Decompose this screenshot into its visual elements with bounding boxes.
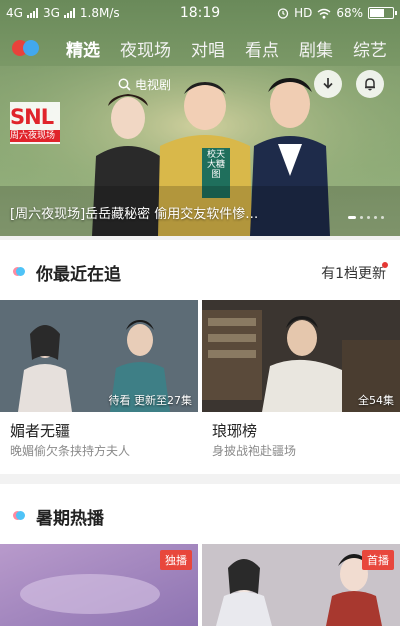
recent-header: 你最近在追 有1档更新	[0, 240, 400, 300]
premiere-badge: 首播	[362, 550, 394, 570]
carousel-dot	[360, 216, 363, 219]
recent-section: 你最近在追 有1档更新 待看 更新至27集 媚者无疆 晚媚偷欠条挟持方夫人 全5…	[0, 240, 400, 474]
alarm-icon	[277, 8, 289, 19]
banner-caption[interactable]: [周六夜现场]岳岳藏秘密 偷用交友软件惨…	[10, 203, 258, 222]
search-placeholder: 电视剧	[135, 77, 172, 92]
app-logo-icon[interactable]	[12, 38, 42, 58]
top-nav: 精选 夜现场 对唱 看点 剧集 综艺	[0, 30, 400, 66]
carousel-dot	[381, 216, 384, 219]
search-icon	[118, 78, 131, 91]
download-icon	[323, 78, 333, 89]
card-overlay-text: 全54集	[358, 394, 394, 407]
card-title: 琅琊榜	[212, 422, 258, 440]
summer-title: 暑期热播	[36, 509, 104, 529]
summer-header: 暑期热播	[0, 484, 400, 544]
card-thumbnail: 独播	[0, 544, 198, 626]
section-marker-icon	[13, 267, 25, 277]
tab-series[interactable]: 剧集	[299, 36, 333, 61]
header-area: 4G 3G 1.8M/s 18:19 HD 68% 精选 夜现场 对唱 看点 剧…	[0, 0, 400, 236]
summer-section: 暑期热播 独播 首播	[0, 484, 400, 626]
snl-logo: SNL 周六夜现场	[10, 106, 60, 146]
exclusive-badge: 独播	[160, 550, 192, 570]
section-marker-icon	[13, 511, 25, 521]
card-thumbnail: 全54集	[202, 300, 400, 412]
search-box[interactable]: 电视剧	[118, 73, 218, 95]
snl-logo-sub: 周六夜现场	[10, 130, 60, 142]
tab-night-live[interactable]: 夜现场	[120, 36, 171, 61]
carousel-indicator	[348, 216, 384, 219]
card-description: 身披战袍赴疆场	[212, 444, 297, 458]
tab-highlights[interactable]: 看点	[245, 36, 279, 61]
status-bar: 4G 3G 1.8M/s 18:19 HD 68%	[0, 0, 400, 28]
recent-title: 你最近在追	[36, 265, 121, 285]
notification-button[interactable]	[356, 70, 384, 98]
carousel-dot	[367, 216, 370, 219]
card-title: 媚者无疆	[10, 422, 71, 440]
card-thumbnail: 首播	[202, 544, 400, 626]
card-overlay-text: 待看 更新至27集	[108, 394, 193, 407]
hero-banner[interactable]: SNL 周六夜现场 校天大糖图 电视剧 [周六夜现场]岳岳藏秘密 偷用交友软件惨…	[0, 66, 400, 236]
carousel-dot-active	[348, 216, 356, 219]
wifi-icon	[317, 8, 331, 19]
download-button[interactable]	[314, 70, 342, 98]
hd-label: HD	[294, 6, 313, 20]
recent-updates-link[interactable]: 有1档更新	[321, 263, 386, 283]
tab-featured[interactable]: 精选	[66, 36, 100, 61]
tab-duet[interactable]: 对唱	[191, 36, 225, 61]
battery-icon	[368, 7, 397, 19]
card-thumbnail: 待看 更新至27集	[0, 300, 198, 412]
tab-variety[interactable]: 综艺	[353, 36, 387, 61]
status-right: HD 68%	[277, 6, 397, 20]
banner-sign: 校天大糖图	[206, 150, 225, 180]
card-description: 晚媚偷欠条挟持方夫人	[10, 444, 131, 458]
channel-tabs: 精选 夜现场 对唱 看点 剧集 综艺	[66, 36, 400, 61]
update-dot	[382, 262, 388, 268]
bell-icon	[365, 78, 375, 91]
snl-logo-text: SNL	[10, 105, 54, 129]
battery-percent: 68%	[336, 6, 363, 20]
carousel-dot	[374, 216, 377, 219]
